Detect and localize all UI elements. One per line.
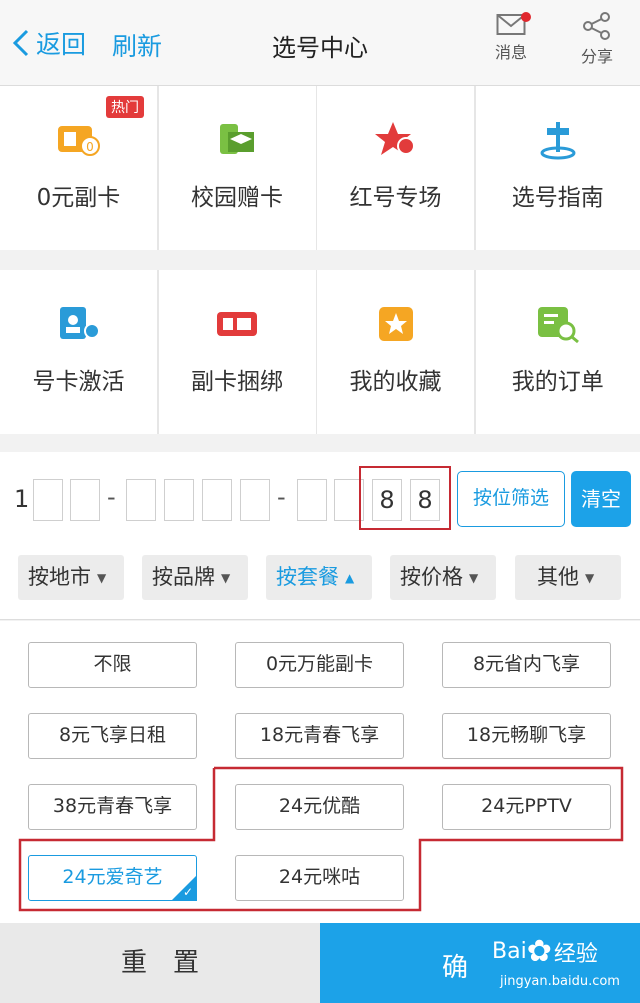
- paw-icon: ✿: [526, 934, 552, 969]
- reset-button[interactable]: 重 置: [0, 923, 320, 1003]
- baidu-watermark: Bai ✿ 经验: [492, 934, 598, 969]
- watermark-url: jingyan.baidu.com: [500, 974, 620, 989]
- confirm-label: 确: [442, 953, 469, 983]
- highlight-outline: [18, 766, 624, 912]
